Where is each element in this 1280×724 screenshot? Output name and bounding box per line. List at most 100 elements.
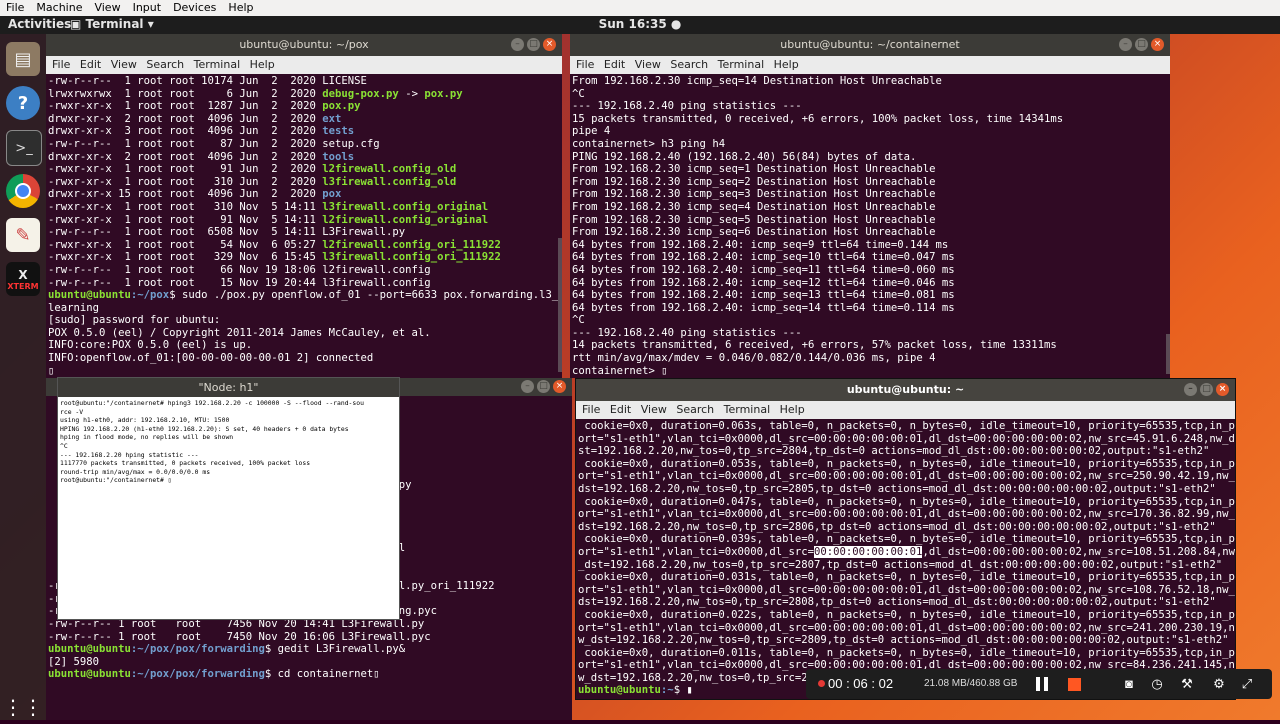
menu-view[interactable]: View xyxy=(635,403,667,416)
recording-time: 00 : 06 : 02 xyxy=(828,676,894,691)
menu-terminal[interactable]: Terminal xyxy=(188,58,241,71)
text-editor-icon[interactable]: ✎ xyxy=(6,218,40,252)
line-text: learning xyxy=(48,301,100,314)
window-titlebar[interactable]: ubuntu@ubuntu: ~ – □ × xyxy=(576,379,1235,401)
minimize-icon[interactable]: – xyxy=(1184,383,1197,396)
maximize-icon[interactable]: □ xyxy=(1135,38,1148,51)
minimize-icon[interactable]: – xyxy=(1119,38,1132,51)
help-icon[interactable]: ? xyxy=(6,86,40,120)
terminal-line: From 192.168.2.30 icmp_seq=14 Destinatio… xyxy=(572,75,1168,88)
window-titlebar[interactable]: ubuntu@ubuntu: ~/containernet – □ × xyxy=(570,34,1170,56)
minimize-icon[interactable]: – xyxy=(521,380,534,393)
pause-icon[interactable] xyxy=(1036,677,1050,691)
terminal-line: 64 bytes from 192.168.2.40: icmp_seq=10 … xyxy=(572,251,1168,264)
app-menu-terminal[interactable]: ▣ Terminal ▾ xyxy=(70,17,154,31)
terminal-line: ubuntu@ubuntu:~/pox/pox/forwarding$ cd c… xyxy=(48,668,570,681)
terminal-line: 14 packets transmitted, 6 received, +6 e… xyxy=(572,339,1168,352)
window-titlebar[interactable]: ubuntu@ubuntu: ~/pox – □ × xyxy=(46,34,562,56)
file-name: tools xyxy=(322,150,355,163)
tools-icon[interactable]: ⚒ xyxy=(1178,675,1196,693)
minimize-icon[interactable]: – xyxy=(511,38,524,51)
show-apps-icon[interactable]: ⋮⋮ xyxy=(3,690,43,724)
host-menu-item[interactable]: Help xyxy=(222,0,259,15)
terminal-line: --- 192.168.2.40 ping statistics --- xyxy=(572,327,1168,340)
menu-edit[interactable]: Edit xyxy=(598,58,625,71)
close-icon[interactable]: × xyxy=(553,380,566,393)
scrollbar[interactable] xyxy=(1166,334,1170,374)
menu-help[interactable]: Help xyxy=(768,58,799,71)
maximize-icon[interactable]: □ xyxy=(1200,383,1213,396)
terminal-window-home[interactable]: ubuntu@ubuntu: ~ – □ × File Edit View Sear… xyxy=(575,378,1236,700)
line-text: drwxr-xr-x 3 root root 4096 Jun 2 2020 xyxy=(48,125,323,138)
terminal-output[interactable]: From 192.168.2.30 icmp_seq=14 Destinatio… xyxy=(570,74,1170,377)
maximize-icon[interactable]: □ xyxy=(537,380,550,393)
line-text: From 192.168.2.30 icmp_seq=2 Destination… xyxy=(572,175,936,188)
menu-search[interactable]: Search xyxy=(140,58,184,71)
scrollbar[interactable] xyxy=(558,238,562,372)
stop-icon[interactable] xyxy=(1068,678,1081,691)
terminal-line: dst=192.168.2.20,nw_tos=0,tp_src=2806,tp… xyxy=(578,521,1233,534)
host-menu-item[interactable]: View xyxy=(88,0,126,15)
camera-icon[interactable]: ◙ xyxy=(1120,675,1138,693)
line-text: ^C xyxy=(572,314,585,327)
line-text: From 192.168.2.30 icmp_seq=5 Destination… xyxy=(572,213,936,226)
xterm-window-node-h1[interactable]: "Node: h1" root@ubuntu:"/containernet# h… xyxy=(57,377,400,620)
line-text: ▯ xyxy=(48,364,55,377)
menu-view[interactable]: View xyxy=(629,58,661,71)
terminal-output[interactable]: cookie=0x0, duration=0.063s, table=0, n_… xyxy=(576,419,1235,697)
timer-icon[interactable]: ◷ xyxy=(1148,675,1166,693)
line-text: cookie=0x0, duration=0.031s, table=0, n_… xyxy=(578,571,1235,584)
line-text: $ sudo ./pox.py openflow.of_01 --port=66… xyxy=(169,289,559,302)
terminal-line: cookie=0x0, duration=0.053s, table=0, n_… xyxy=(578,458,1235,471)
menu-terminal[interactable]: Terminal xyxy=(712,58,765,71)
menu-help[interactable]: Help xyxy=(244,58,275,71)
xterm-output[interactable]: root@ubuntu:"/containernet# hping3 192.1… xyxy=(58,397,399,487)
host-menu-item[interactable]: Machine xyxy=(30,0,88,15)
xterm-icon-label: XTERM xyxy=(7,281,39,291)
terminal-line: From 192.168.2.30 icmp_seq=4 Destination… xyxy=(572,201,1168,214)
terminal-line: -rw-r--r-- 1 root root 6508 Nov 5 14:11 … xyxy=(48,226,560,239)
terminal-window-containernet[interactable]: ubuntu@ubuntu: ~/containernet – □ × File E… xyxy=(570,34,1170,378)
clock[interactable]: Sun 16:35 ● xyxy=(599,17,682,31)
xterm-icon[interactable]: X XTERM xyxy=(6,262,40,296)
line-text: -rwxr-xr-x 1 root root 91 Jun 2 2020 xyxy=(48,163,323,176)
menu-search[interactable]: Search xyxy=(670,403,714,416)
terminal-icon[interactable]: >_ xyxy=(6,130,42,166)
line-text: -rw-r--r-- 1 root root 87 Jun 2 2020 set… xyxy=(48,137,380,150)
host-menu-item[interactable]: Input xyxy=(127,0,167,15)
settings-icon[interactable]: ⚙ xyxy=(1210,675,1228,693)
line-text: -rwxr-xr-x 1 root root 1287 Jun 2 2020 xyxy=(48,100,323,113)
line-text: cookie=0x0, duration=0.063s, table=0, n_… xyxy=(578,420,1235,432)
menu-terminal[interactable]: Terminal xyxy=(718,403,771,416)
menu-file[interactable]: File xyxy=(576,403,600,416)
files-icon[interactable]: ▤ xyxy=(6,42,40,76)
line-text: _dst=192.168.2.20,nw_tos=0,tp_src=2807,t… xyxy=(578,558,1223,571)
close-icon[interactable]: × xyxy=(1216,383,1229,396)
close-icon[interactable]: × xyxy=(1151,38,1164,51)
prompt-user: ubuntu@ubuntu xyxy=(48,668,131,681)
line-text: -rwxr-xr-x 1 root root 329 Nov 6 15:45 xyxy=(48,251,323,264)
host-menu-item[interactable]: Devices xyxy=(167,0,222,15)
close-icon[interactable]: × xyxy=(543,38,556,51)
terminal-output[interactable]: -rw-r--r-- 1 root root 10174 Jun 2 2020 … xyxy=(46,74,562,377)
host-menu-item[interactable]: File xyxy=(0,0,30,15)
menu-edit[interactable]: Edit xyxy=(74,58,101,71)
xterm-titlebar[interactable]: "Node: h1" xyxy=(58,378,399,397)
maximize-icon[interactable]: □ xyxy=(527,38,540,51)
file-name: pox xyxy=(322,188,342,201)
expand-icon[interactable]: ⤢ xyxy=(1238,675,1256,693)
menu-help[interactable]: Help xyxy=(774,403,805,416)
menu-file[interactable]: File xyxy=(570,58,594,71)
terminal-window-pox[interactable]: ubuntu@ubuntu: ~/pox – □ × File Edit View … xyxy=(46,34,562,378)
menu-file[interactable]: File xyxy=(46,58,70,71)
menu-search[interactable]: Search xyxy=(664,58,708,71)
activities-button[interactable]: Activities xyxy=(8,17,71,31)
xterm-line: round-trip min/avg/max = 0.0/0.0/0.0 ms xyxy=(60,467,211,476)
line-text: 64 bytes from 192.168.2.40: icmp_seq=12 … xyxy=(572,276,955,289)
line-text: 64 bytes from 192.168.2.40: icmp_seq=10 … xyxy=(572,251,955,264)
chrome-icon[interactable] xyxy=(6,174,40,208)
line-text: ^C xyxy=(572,87,585,100)
menu-edit[interactable]: Edit xyxy=(604,403,631,416)
line-text: lrwxrwxrwx 1 root root 6 Jun 2 2020 xyxy=(48,87,323,100)
menu-view[interactable]: View xyxy=(105,58,137,71)
